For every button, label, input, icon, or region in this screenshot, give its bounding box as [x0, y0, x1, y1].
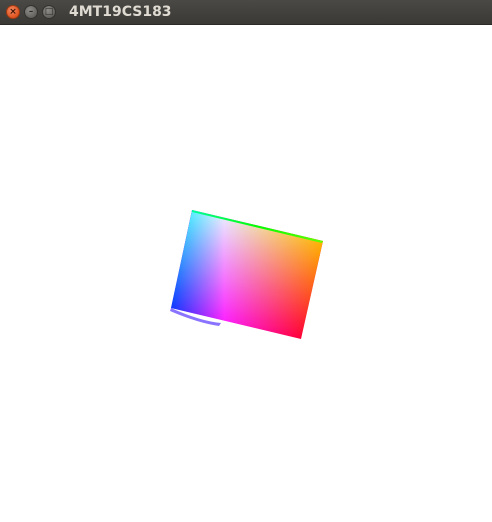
minimize-icon[interactable]: –	[24, 5, 38, 19]
window-title: 4MT19CS183	[69, 4, 172, 20]
gl-canvas[interactable]	[0, 25, 492, 522]
app-window: × – □ 4MT19CS183	[0, 0, 492, 522]
color-cube-render	[170, 210, 323, 339]
title-bar[interactable]: × – □ 4MT19CS183	[0, 0, 492, 25]
maximize-icon[interactable]: □	[42, 5, 56, 19]
close-icon[interactable]: ×	[6, 5, 20, 19]
